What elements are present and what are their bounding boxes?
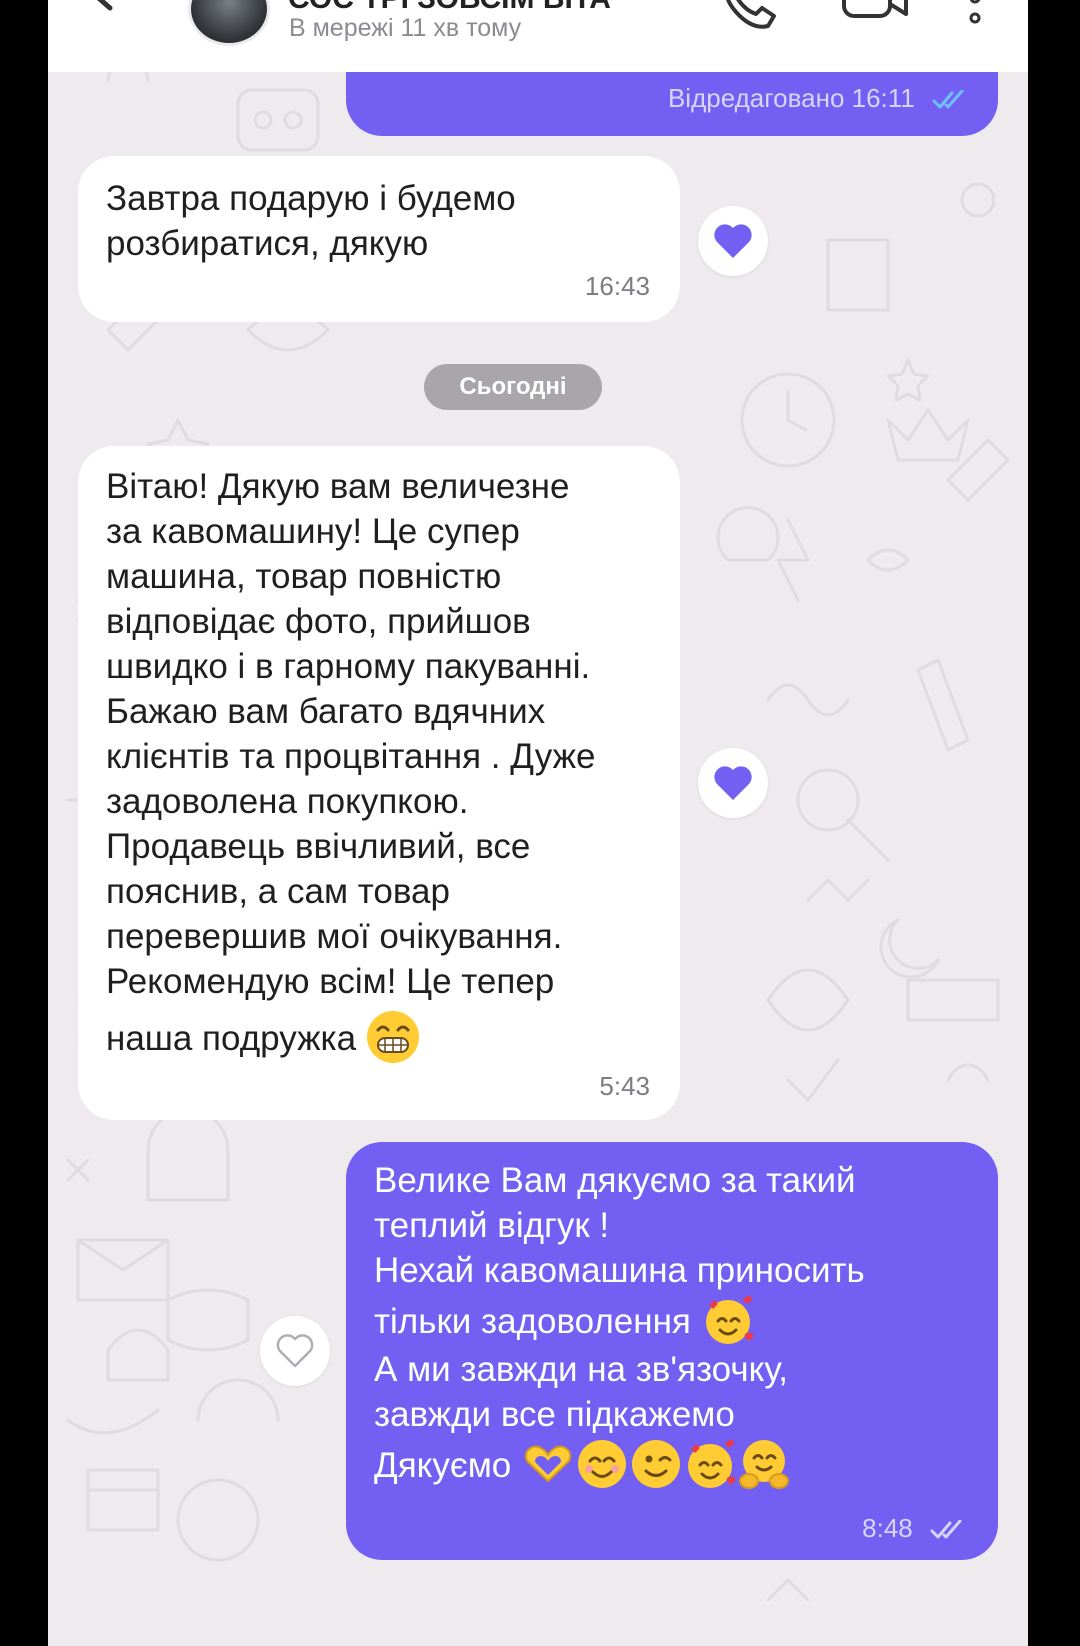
chat-screen: СОС ТРІ ЗОВСІМ ВІТА В мережі 11 хв тому … [48, 0, 1028, 1646]
smiling-face-with-hearts-emoji-icon [687, 1439, 736, 1488]
reaction-button[interactable] [698, 748, 768, 818]
reaction-button[interactable] [698, 206, 768, 276]
message-text: Завтра подарую і будемо розбиратися, дяк… [106, 179, 516, 263]
video-camera-icon[interactable] [840, 0, 912, 30]
message-text-last: наша подружка [106, 1019, 357, 1058]
winking-face-emoji-icon [631, 1440, 680, 1488]
message-line: тільки задоволення [374, 1302, 691, 1341]
message-line: завжди все підкажемо [374, 1395, 735, 1434]
heart-icon [714, 766, 752, 800]
message-incoming[interactable]: Вітаю! Дякую вам величезне за кавомашину… [78, 446, 680, 1120]
contact-status: В мережі 11 хв тому [289, 14, 522, 42]
avatar[interactable] [188, 0, 270, 46]
heart-icon [714, 224, 752, 258]
chat-header: СОС ТРІ ЗОВСІМ ВІТА В мережі 11 хв тому [48, 0, 1028, 72]
reaction-button[interactable] [260, 1316, 330, 1386]
double-check-icon [932, 90, 964, 109]
heart-outline-icon [276, 1334, 314, 1368]
message-line: теплий відгук ! [374, 1206, 610, 1245]
phone-icon[interactable] [720, 0, 780, 36]
smiling-face-emoji-icon [577, 1440, 626, 1488]
message-outgoing[interactable]: Велике Вам дякуємо за такий теплий відгу… [346, 1142, 998, 1560]
date-separator: Сьогодні [424, 364, 602, 410]
message-line: Велике Вам дякуємо за такий [374, 1161, 856, 1200]
edited-time: Відредаговано 16:11 [667, 83, 915, 113]
message-meta: 8:48 [862, 1513, 968, 1544]
heart-hands-emoji-icon [524, 1445, 572, 1483]
back-arrow-icon[interactable] [88, 0, 144, 30]
grinning-emoji-icon [366, 1011, 419, 1063]
message-line: Нехай кавомашина приносить [374, 1251, 865, 1290]
double-check-icon [930, 1520, 962, 1539]
message-line: А ми завжди на зв'язочку, [374, 1350, 789, 1389]
smiling-face-with-hearts-emoji-icon [705, 1295, 753, 1344]
message-line: Дякуємо [374, 1446, 512, 1485]
message-meta: Відредаговано 16:11 [668, 83, 970, 114]
more-vertical-icon[interactable] [960, 0, 990, 34]
message-time: 16:43 [584, 271, 650, 301]
message-incoming[interactable]: Завтра подарую і будемо розбиратися, дяк… [78, 156, 680, 322]
hugging-face-emoji-icon [738, 1440, 789, 1489]
message-time: 5:43 [599, 1071, 650, 1101]
message-time: 8:48 [862, 1513, 913, 1543]
message-text: Вітаю! Дякую вам величезне за кавомашину… [106, 467, 596, 1001]
